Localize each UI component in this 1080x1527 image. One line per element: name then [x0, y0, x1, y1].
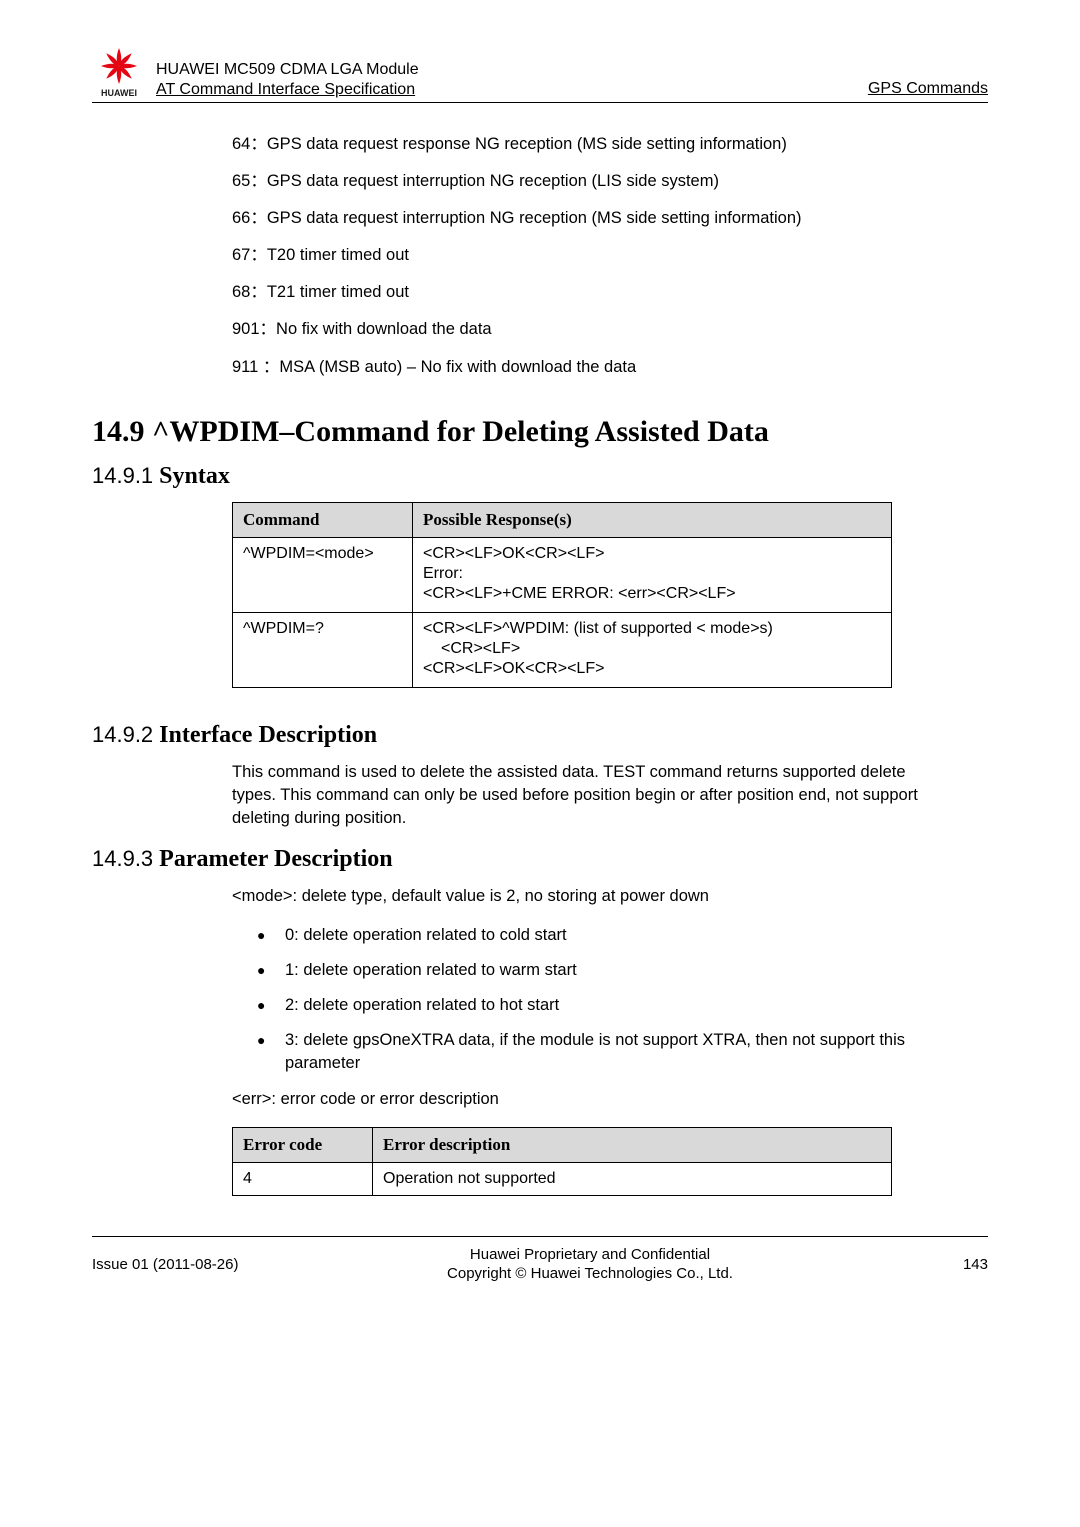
cell-command: ^WPDIM=?: [233, 612, 413, 687]
resp-line: <CR><LF>: [441, 640, 881, 658]
resp-line: <CR><LF>+CME ERROR: <err><CR><LF>: [423, 585, 881, 603]
error-table: Error code Error description 4 Operation…: [232, 1127, 892, 1196]
gps-item: 67：T20 timer timed out: [232, 244, 938, 267]
err-line: <err>: error code or error description: [232, 1088, 938, 1111]
doc-title-block: HUAWEI MC509 CDMA LGA Module AT Command …: [156, 60, 868, 100]
header-row: HUAWEI HUAWEI MC509 CDMA LGA Module AT C…: [92, 44, 988, 100]
cell-response: <CR><LF>^WPDIM: (list of supported < mod…: [413, 612, 892, 687]
sub-14-9-1-title: 14.9.1Syntax: [92, 463, 988, 490]
gps-item: 66：GPS data request interruption NG rece…: [232, 207, 938, 230]
table-row: ^WPDIM=? <CR><LF>^WPDIM: (list of suppor…: [233, 612, 892, 687]
gps-item: 68：T21 timer timed out: [232, 281, 938, 304]
table-header-row: Error code Error description: [233, 1127, 892, 1162]
table-row: 4 Operation not supported: [233, 1162, 892, 1195]
footer-row: Issue 01 (2011-08-26) Huawei Proprietary…: [92, 1245, 988, 1284]
footer-page-number: 143: [888, 1256, 988, 1273]
interface-description-text: This command is used to delete the assis…: [232, 761, 938, 830]
th-error-code: Error code: [233, 1127, 373, 1162]
table-header-row: Command Possible Response(s): [233, 502, 892, 537]
footer-center: Huawei Proprietary and Confidential Copy…: [292, 1245, 888, 1284]
cell-error-desc: Operation not supported: [373, 1162, 892, 1195]
cell-response: <CR><LF>OK<CR><LF> Error: <CR><LF>+CME E…: [413, 537, 892, 612]
doc-title-line1: HUAWEI MC509 CDMA LGA Module: [156, 60, 868, 80]
table-row: ^WPDIM=<mode> <CR><LF>OK<CR><LF> Error: …: [233, 537, 892, 612]
list-item: 1: delete operation related to warm star…: [257, 959, 938, 982]
footer-issue: Issue 01 (2011-08-26): [92, 1256, 292, 1273]
doc-title-line2: AT Command Interface Specification: [156, 80, 868, 100]
svg-text:HUAWEI: HUAWEI: [101, 88, 137, 98]
resp-line: Error:: [423, 565, 881, 583]
cell-error-code: 4: [233, 1162, 373, 1195]
page: HUAWEI HUAWEI MC509 CDMA LGA Module AT C…: [0, 0, 1080, 1527]
footer-copyright: Copyright © Huawei Technologies Co., Ltd…: [292, 1264, 888, 1284]
header-divider: [92, 102, 988, 103]
resp-line: <CR><LF>OK<CR><LF>: [423, 545, 881, 563]
th-error-desc: Error description: [373, 1127, 892, 1162]
gps-item: 911 ：MSA (MSB auto) – No fix with downlo…: [232, 356, 938, 379]
syntax-table: Command Possible Response(s) ^WPDIM=<mod…: [232, 502, 892, 688]
mode-bullets: 0: delete operation related to cold star…: [257, 924, 938, 1075]
header-right-label: GPS Commands: [868, 80, 988, 100]
footer-divider: [92, 1236, 988, 1237]
huawei-logo-icon: HUAWEI: [92, 44, 146, 98]
cell-command: ^WPDIM=<mode>: [233, 537, 413, 612]
list-item: 0: delete operation related to cold star…: [257, 924, 938, 947]
sub-14-9-2-title: 14.9.2Interface Description: [92, 722, 988, 749]
gps-item: 65：GPS data request interruption NG rece…: [232, 170, 938, 193]
resp-line: <CR><LF>OK<CR><LF>: [423, 660, 881, 678]
section-14-9-title: 14.9 ^WPDIM–Command for Deleting Assiste…: [92, 415, 988, 449]
list-item: 2: delete operation related to hot start: [257, 994, 938, 1017]
gps-item: 64：GPS data request response NG receptio…: [232, 133, 938, 156]
gps-code-list: 64：GPS data request response NG receptio…: [232, 133, 938, 379]
footer-proprietary: Huawei Proprietary and Confidential: [292, 1245, 888, 1265]
th-command: Command: [233, 502, 413, 537]
th-response: Possible Response(s): [413, 502, 892, 537]
list-item: 3: delete gpsOneXTRA data, if the module…: [257, 1029, 938, 1075]
gps-item: 901：No fix with download the data: [232, 318, 938, 341]
resp-line: <CR><LF>^WPDIM: (list of supported < mod…: [423, 620, 881, 638]
sub-14-9-3-title: 14.9.3Parameter Description: [92, 846, 988, 873]
mode-line: <mode>: delete type, default value is 2,…: [232, 885, 938, 908]
